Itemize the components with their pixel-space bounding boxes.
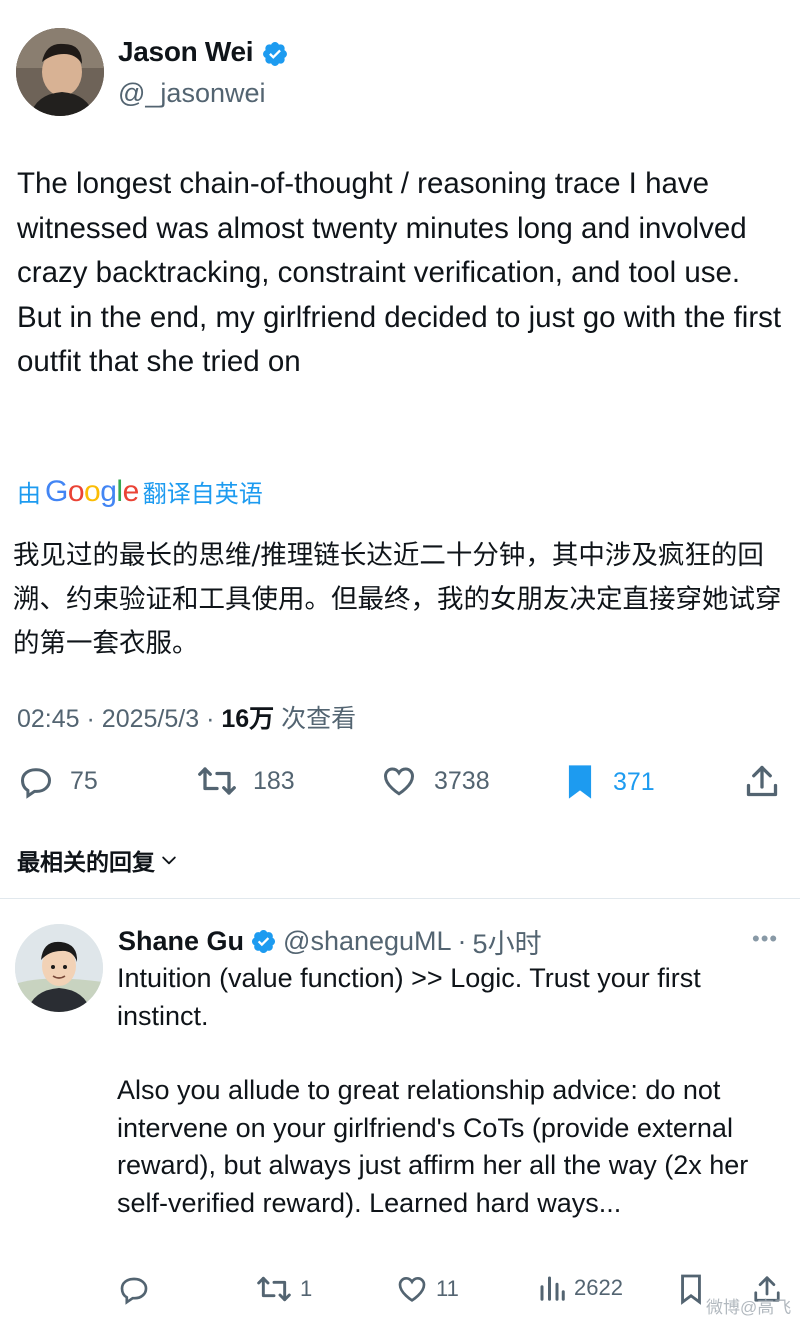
retweet-icon [198,767,236,795]
reply-views-button[interactable]: 2622 [538,1273,623,1303]
verified-badge-icon [252,929,276,954]
reply-button[interactable]: 75 [18,763,98,799]
translate-suffix: 翻译自英语 [142,481,263,508]
bookmark-count: 371 [613,767,655,796]
analytics-bar-icon [540,1276,565,1301]
meta-separator: · [86,705,95,733]
share-button[interactable] [744,763,780,799]
author-avatar[interactable] [16,28,104,116]
watermark: 微博@高飞 [706,1298,792,1317]
reply-avatar[interactable] [15,924,103,1012]
google-logo-letter: o [84,474,101,508]
verified-badge-icon [262,41,287,66]
author-avatar-image [16,28,104,116]
bookmark-filled-icon [568,765,592,799]
reply-bookmark-button[interactable] [678,1273,704,1305]
translated-text: 我见过的最长的思维/推理链长达近二十分钟，其中涉及疯狂的回溯、约束验证和工具使用… [13,540,782,659]
bookmark-icon [681,1274,701,1305]
reply-like-button[interactable]: 11 [396,1273,459,1305]
reply-icon [120,1277,148,1305]
reply-paragraph: Also you allude to great relationship ad… [117,1075,749,1218]
author-name-text: Jason Wei [118,36,254,67]
reply-count: 75 [70,766,98,795]
like-button[interactable]: 3738 [380,763,490,799]
reply-paragraph: Intuition (value function) >> Logic. Tru… [117,963,701,1031]
view-label: 次查看 [281,705,357,733]
share-icon [746,765,778,797]
google-logo: Google [45,475,139,509]
tweet-meta: 02:45 · 2025/5/3 · 16万 次查看 [17,699,356,735]
reply-meta-separator: · [457,926,467,956]
divider [0,898,800,899]
heart-icon [398,1276,426,1302]
reply-retweet-button[interactable]: 1 [256,1273,312,1305]
reply-author-handle[interactable]: @shaneguML [283,926,452,957]
reply-text: Intuition (value function) >> Logic. Tru… [117,960,792,1222]
more-options-button[interactable]: ••• [752,926,778,952]
reply-time[interactable]: 5小时 [473,922,542,961]
google-logo-letter: e [122,474,140,508]
retweet-button[interactable]: 183 [197,763,295,799]
reply-view-count: 2622 [574,1275,623,1300]
tweet-text: The longest chain-of-thought / reasoning… [17,167,782,379]
reply-icon [20,768,52,799]
chevron-down-icon [162,856,176,865]
google-logo-letter: o [67,474,85,508]
translation-attribution[interactable]: 由 Google 翻译自英语 [17,474,263,509]
heart-icon [383,767,415,796]
translate-prefix: 由 [17,481,41,508]
reply-sort-label: 最相关的回复 [17,849,155,875]
tweet-date[interactable]: 2025/5/3 [102,705,199,733]
like-count: 3738 [434,766,490,795]
author-handle[interactable]: @_jasonwei [118,78,266,109]
reply-header: Shane Gu @shaneguML · 5小时 [118,922,542,961]
retweet-icon [257,1276,291,1302]
meta-separator: · [206,705,215,733]
author-name[interactable]: Jason Wei [118,36,289,68]
reply-sort-dropdown[interactable]: 最相关的回复 [17,843,179,877]
google-logo-letter: G [45,474,68,508]
tweet-time[interactable]: 02:45 [17,705,80,733]
reply-avatar-image [15,924,103,1012]
reply-author-name[interactable]: Shane Gu [118,926,244,957]
view-count: 16万 [221,705,275,733]
retweet-count: 183 [253,766,295,795]
reply-retweet-count: 1 [300,1276,313,1301]
reply-like-count: 11 [436,1276,459,1301]
bookmark-button[interactable]: 371 [563,763,655,801]
google-logo-letter: g [100,474,117,508]
reply-reply-button[interactable] [118,1273,158,1305]
